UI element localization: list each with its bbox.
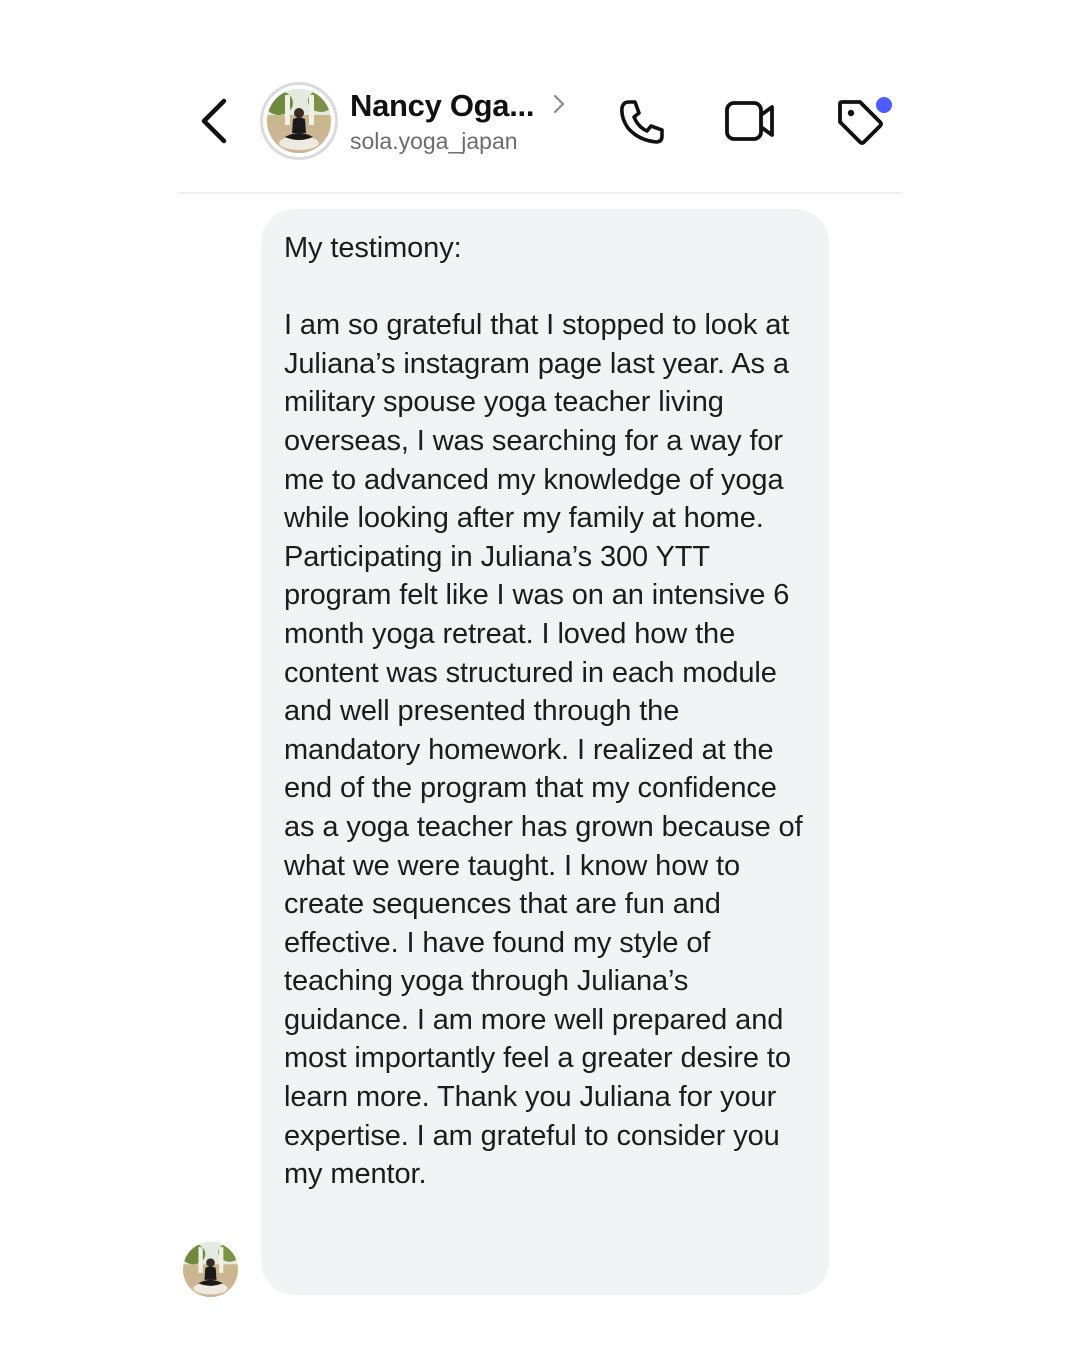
sender-avatar[interactable]: [183, 1242, 238, 1297]
contact-info[interactable]: Nancy Oga... sola.yoga_japan: [350, 88, 590, 158]
chevron-left-icon: [201, 98, 227, 144]
chat-screen: Nancy Oga... sola.yoga_japan My testimon…: [0, 0, 1080, 1350]
message-text: My testimony: I am so grateful that I st…: [284, 232, 803, 1191]
contact-handle: sola.yoga_japan: [350, 128, 518, 154]
message-bubble[interactable]: My testimony: I am so grateful that I st…: [261, 209, 829, 1295]
video-camera-icon[interactable]: [724, 100, 776, 142]
chevron-right-icon: [553, 94, 565, 114]
back-button[interactable]: [196, 96, 236, 146]
contact-name: Nancy Oga...: [350, 88, 535, 123]
header-divider: [178, 192, 902, 194]
chat-header: Nancy Oga... sola.yoga_japan: [0, 0, 1080, 194]
notification-dot: [876, 97, 892, 113]
contact-avatar[interactable]: [260, 82, 338, 160]
avatar-photo: [267, 89, 331, 153]
phone-icon[interactable]: [616, 98, 666, 146]
